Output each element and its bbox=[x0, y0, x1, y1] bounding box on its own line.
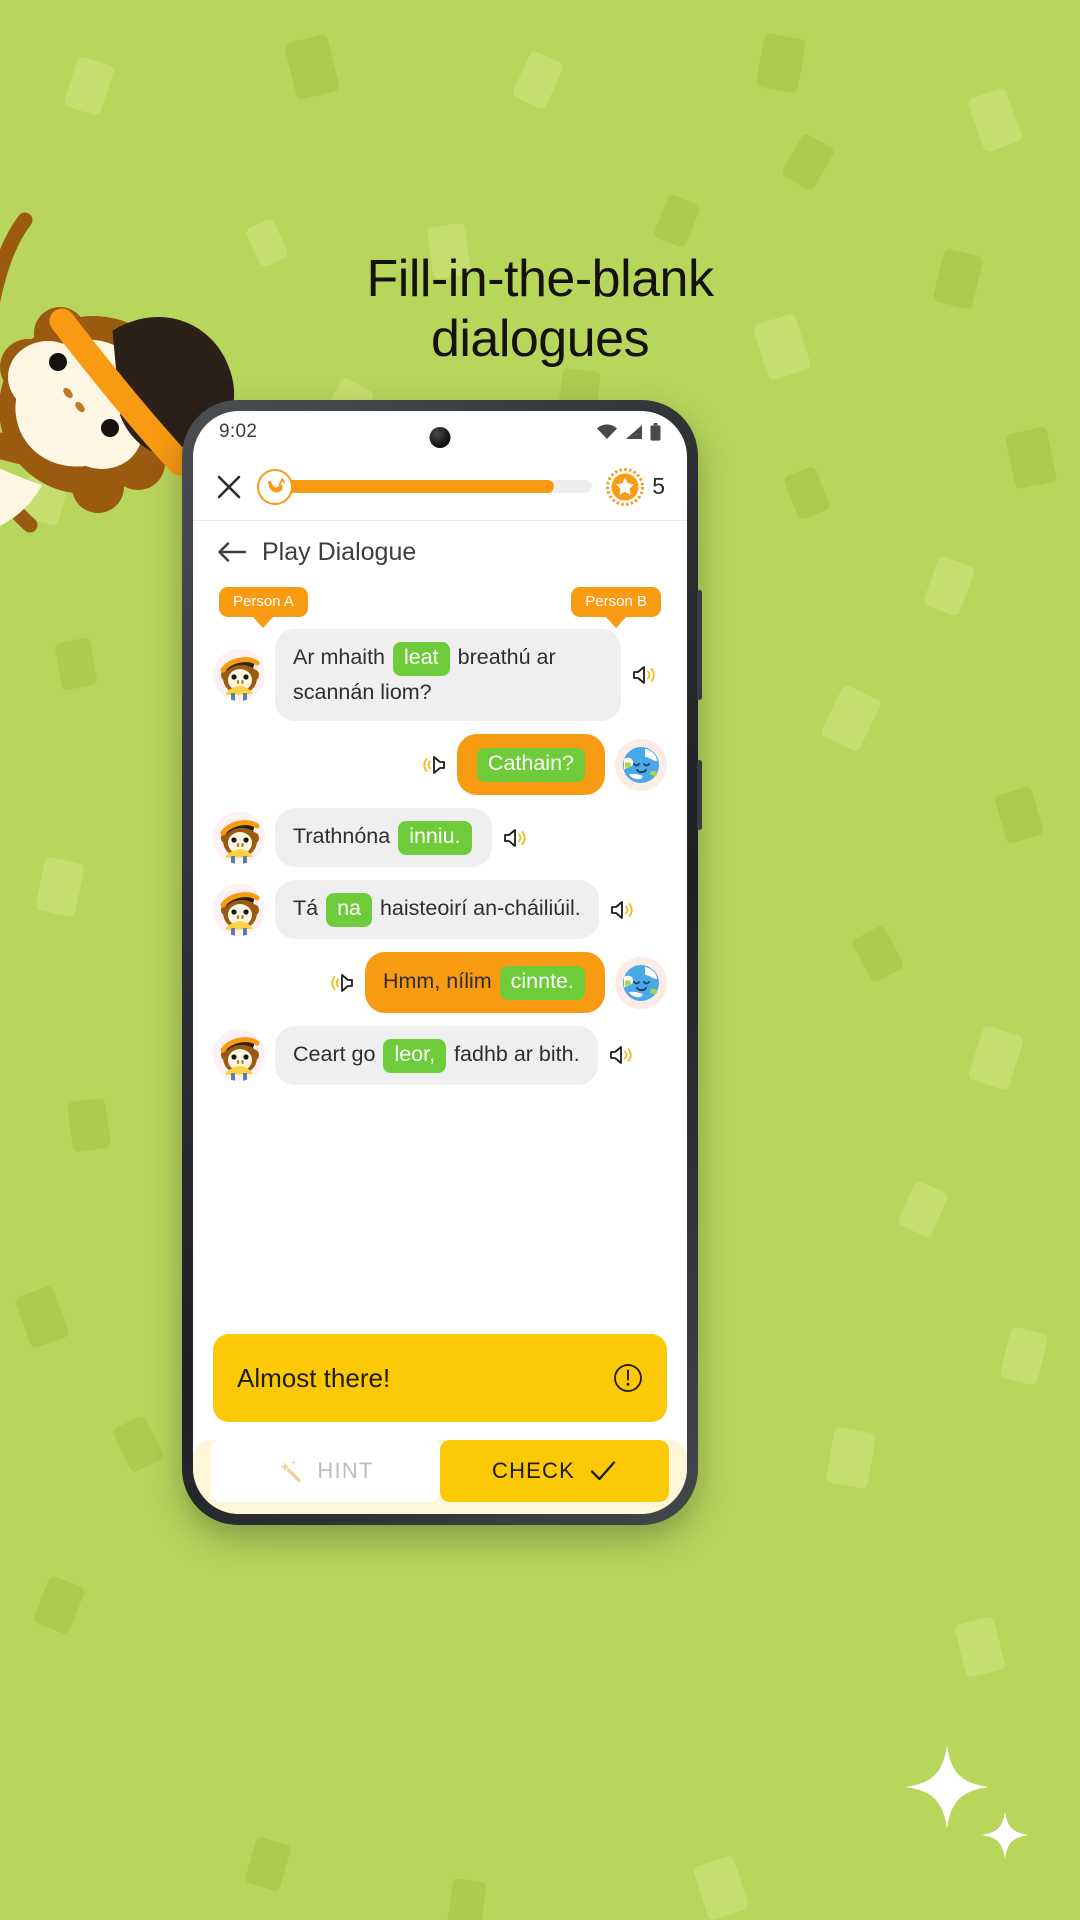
progress-bar bbox=[257, 468, 593, 505]
message-bubble[interactable]: Ar mhaith leat breathú ar scannán liom? bbox=[275, 629, 621, 722]
globe-avatar bbox=[615, 956, 667, 1009]
check-label: CHECK bbox=[491, 1458, 575, 1483]
message-bubble[interactable]: Tá na haisteoirí an-cháiliúil. bbox=[275, 880, 599, 940]
info-exclamation-icon[interactable] bbox=[613, 1363, 643, 1393]
message-bubble[interactable]: Cathain? bbox=[456, 734, 605, 796]
dialogue-message-left: Ceart go leor, fadhb ar bith. bbox=[213, 1026, 667, 1085]
hint-button[interactable]: HINT bbox=[211, 1440, 440, 1502]
bottom-area: Almost there! HINT CHECK bbox=[193, 1334, 687, 1514]
blank-answer-chip[interactable]: leor, bbox=[383, 1039, 447, 1073]
bubble-text: Hmm, nílim bbox=[382, 969, 498, 994]
phone-mockup: 9:02 5 Play Dialogue Person A Person B A… bbox=[182, 400, 702, 1525]
speaker-icon[interactable] bbox=[608, 1044, 634, 1066]
speaker-play-icon[interactable] bbox=[421, 754, 447, 776]
headline-line-1: Fill-in-the-blank bbox=[366, 250, 714, 308]
feedback-text: Almost there! bbox=[237, 1362, 391, 1393]
wifi-icon bbox=[597, 424, 617, 440]
checkmark-icon bbox=[589, 1459, 617, 1483]
coin-count-value: 5 bbox=[652, 473, 665, 499]
bubble-text: haisteoirí an-cháiliúil. bbox=[374, 896, 581, 921]
screen-title: Play Dialogue bbox=[262, 537, 417, 566]
bubble-text: Tá bbox=[293, 896, 325, 921]
magic-wand-icon bbox=[277, 1458, 303, 1484]
speaker-play-icon[interactable] bbox=[329, 972, 355, 994]
globe-avatar bbox=[615, 738, 667, 791]
check-button[interactable]: CHECK bbox=[440, 1440, 669, 1502]
back-arrow-icon[interactable] bbox=[217, 540, 247, 564]
monkey-avatar bbox=[213, 1029, 265, 1082]
sparkles-decoration bbox=[905, 1735, 1035, 1865]
coin-counter: 5 bbox=[606, 467, 665, 506]
screen-title-row: Play Dialogue bbox=[193, 521, 687, 583]
hint-label: HINT bbox=[317, 1458, 374, 1483]
blank-answer-chip[interactable]: leat bbox=[392, 642, 450, 676]
bubble-text: Ceart go bbox=[293, 1042, 382, 1066]
blank-answer-chip[interactable]: na bbox=[326, 893, 372, 928]
action-bar: HINT CHECK bbox=[193, 1440, 687, 1514]
blank-answer-chip[interactable]: Cathain? bbox=[476, 748, 585, 783]
bubble-text: Ar mhaith bbox=[293, 645, 391, 669]
battery-icon bbox=[650, 423, 661, 441]
dialogue-message-left: Ar mhaith leat breathú ar scannán liom? bbox=[213, 629, 667, 722]
speaker-tag-person-a: Person A bbox=[219, 587, 308, 617]
message-bubble[interactable]: Ceart go leor, fadhb ar bith. bbox=[275, 1026, 598, 1085]
monkey-avatar bbox=[213, 883, 265, 936]
phone-screen: 9:02 5 Play Dialogue Person A Person B A… bbox=[193, 411, 687, 1514]
close-icon[interactable] bbox=[215, 473, 243, 501]
monkey-avatar bbox=[213, 811, 265, 864]
banana-icon bbox=[257, 468, 293, 505]
status-time: 9:02 bbox=[219, 421, 258, 442]
front-camera bbox=[429, 427, 451, 448]
speaker-tag-person-b: Person B bbox=[571, 587, 661, 617]
speaker-tags: Person A Person B bbox=[213, 587, 667, 617]
progress-fill bbox=[275, 480, 555, 493]
message-bubble[interactable]: Trathnóna inniu. bbox=[275, 808, 492, 868]
lesson-progress-header: 5 bbox=[193, 453, 687, 521]
dialogue-message-left: Tá na haisteoirí an-cháiliúil. bbox=[213, 880, 667, 940]
messages-container: Ar mhaith leat breathú ar scannán liom? C… bbox=[213, 629, 667, 1085]
speaker-icon[interactable] bbox=[631, 664, 657, 686]
monkey-avatar bbox=[213, 649, 265, 702]
blank-answer-chip[interactable]: cinnte. bbox=[499, 966, 585, 1000]
speaker-icon[interactable] bbox=[502, 827, 528, 849]
speaker-icon[interactable] bbox=[609, 899, 635, 921]
dialogue-list: Person A Person B Ar mhaith leat breathú… bbox=[193, 583, 687, 1334]
page-title: Fill-in-the-blank dialogues bbox=[0, 250, 1080, 370]
feedback-banner: Almost there! bbox=[213, 1334, 667, 1422]
dialogue-message-right: Hmm, nílim cinnte. bbox=[213, 952, 667, 1013]
message-bubble[interactable]: Hmm, nílim cinnte. bbox=[364, 952, 605, 1013]
bubble-text: fadhb ar bith. bbox=[448, 1042, 580, 1066]
dialogue-message-left: Trathnóna inniu. bbox=[213, 808, 667, 868]
blank-answer-chip[interactable]: inniu. bbox=[398, 821, 472, 856]
cellular-signal-icon bbox=[624, 424, 643, 440]
star-coin-icon bbox=[606, 467, 645, 506]
headline-line-2: dialogues bbox=[430, 309, 650, 368]
bubble-text: Trathnóna bbox=[293, 824, 397, 849]
dialogue-message-right: Cathain? bbox=[213, 734, 667, 796]
status-bar: 9:02 bbox=[193, 411, 687, 453]
